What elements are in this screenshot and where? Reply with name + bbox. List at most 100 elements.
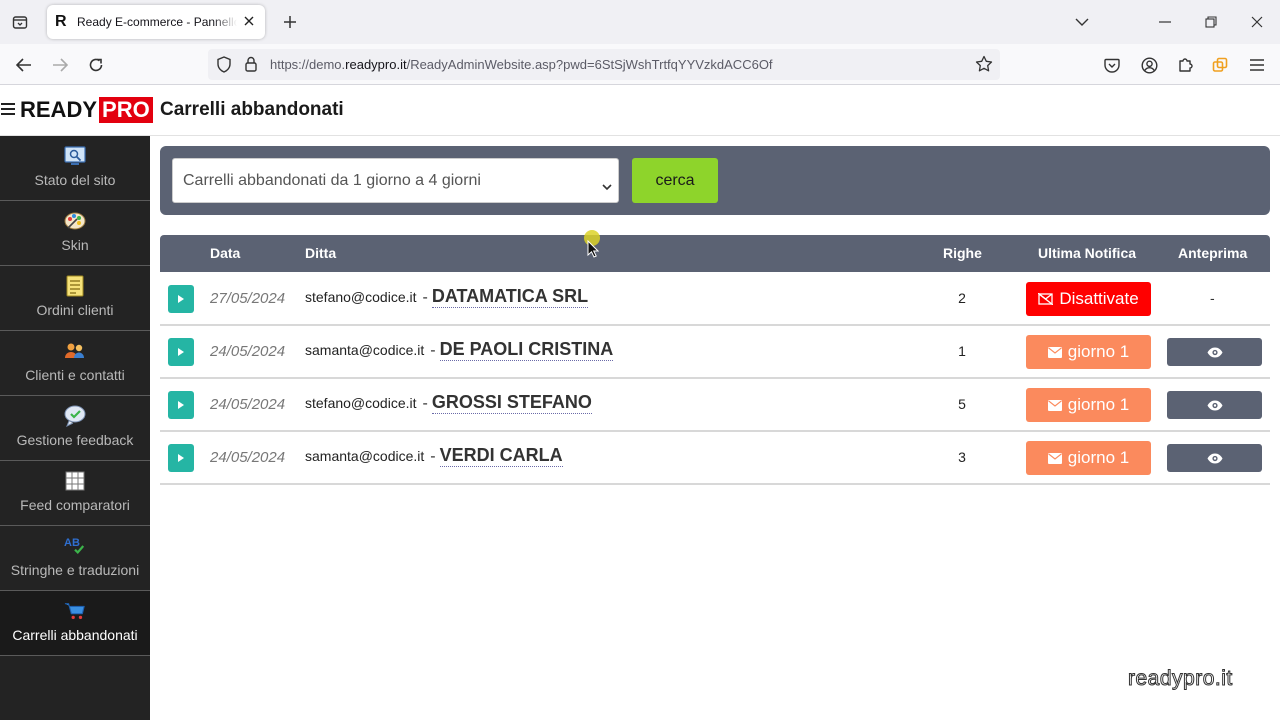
- company-link[interactable]: VERDI CARLA: [439, 445, 563, 467]
- customer-email: samanta@codice.it: [305, 342, 425, 358]
- sidebar: Stato del sito Skin Ordini clienti Clien…: [0, 136, 150, 720]
- company-link[interactable]: GROSSI STEFANO: [431, 392, 592, 414]
- sidebar-item-label: Stringhe e traduzioni: [10, 562, 140, 578]
- browser-tab[interactable]: R Ready E-commerce - Pannello di amminis…: [47, 5, 265, 39]
- sidebar-item-stato-del-sito[interactable]: Stato del sito: [0, 136, 150, 201]
- preview-button[interactable]: [1167, 444, 1262, 472]
- restore-icon[interactable]: [1200, 12, 1222, 32]
- cell-righe: 3: [958, 449, 966, 465]
- preview-button[interactable]: [1167, 338, 1262, 366]
- multi-account-containers-icon[interactable]: [1208, 53, 1232, 77]
- forward-arrow-icon[interactable]: [48, 53, 72, 77]
- back-arrow-icon[interactable]: [12, 53, 36, 77]
- watermark: readypro.it: [1128, 667, 1233, 691]
- period-select[interactable]: Carrelli abbandonati da 1 giorno a 4 gio…: [172, 158, 619, 203]
- envelope-icon: [1047, 346, 1062, 358]
- app-header: READY PRO Carrelli abbandonati: [0, 85, 1280, 136]
- sidebar-item-skin[interactable]: Skin: [0, 201, 150, 266]
- sidebar-item-feed-comparatori[interactable]: Feed comparatori: [0, 461, 150, 526]
- close-tab-icon[interactable]: [241, 13, 257, 29]
- pocket-icon[interactable]: [1100, 53, 1124, 77]
- column-header-ditta[interactable]: Ditta: [305, 245, 336, 261]
- caret-right-icon: [178, 295, 184, 303]
- search-button[interactable]: cerca: [632, 158, 718, 203]
- column-header-data[interactable]: Data: [210, 245, 240, 261]
- expand-row-button[interactable]: [168, 285, 194, 313]
- browser-tab-bar: R Ready E-commerce - Pannello di amminis…: [0, 0, 1280, 44]
- extensions-icon[interactable]: [1173, 53, 1197, 77]
- close-window-icon[interactable]: [1246, 12, 1268, 32]
- caret-right-icon: [178, 401, 184, 409]
- tab-title: Ready E-commerce - Pannello di amministr…: [77, 15, 237, 29]
- palette-icon: [64, 210, 86, 232]
- company-link[interactable]: DATAMATICA SRL: [431, 286, 589, 308]
- sidebar-item-clienti-e-contatti[interactable]: Clienti e contatti: [0, 331, 150, 396]
- eye-icon: [1207, 347, 1222, 357]
- column-header-anteprima[interactable]: Anteprima: [1178, 245, 1247, 261]
- cell-righe: 1: [958, 343, 966, 359]
- app-container: READY PRO Carrelli abbandonati Stato del …: [0, 85, 1280, 720]
- translation-icon: AB: [64, 535, 86, 557]
- minimize-icon[interactable]: [1154, 12, 1176, 32]
- contacts-icon: [64, 340, 86, 362]
- sidebar-item-gestione-feedback[interactable]: Gestione feedback: [0, 396, 150, 461]
- grid-icon: [64, 470, 86, 492]
- svg-text:AB: AB: [64, 537, 80, 549]
- sidebar-item-label: Feed comparatori: [20, 497, 130, 513]
- menu-hamburger-icon[interactable]: [1245, 53, 1269, 77]
- bookmark-star-icon[interactable]: [975, 55, 993, 77]
- browser-nav-bar: https://demo.readypro.it/ReadyAdminWebsi…: [0, 44, 1280, 85]
- notification-status-badge[interactable]: giorno 1: [1026, 335, 1151, 369]
- cell-righe: 2: [958, 290, 966, 306]
- tab-list-icon[interactable]: [8, 10, 32, 34]
- cell-date: 24/05/2024: [210, 449, 286, 466]
- column-header-ultima-notifica[interactable]: Ultima Notifica: [1038, 245, 1136, 261]
- sidebar-toggle-icon[interactable]: [1, 103, 15, 115]
- site-status-icon: [64, 145, 86, 167]
- caret-right-icon: [178, 348, 184, 356]
- notification-status-badge[interactable]: Disattivate: [1026, 282, 1151, 316]
- cart-icon: [64, 600, 86, 622]
- table-header: Data Ditta Righe Ultima Notifica Antepri…: [160, 235, 1270, 272]
- address-bar[interactable]: https://demo.readypro.it/ReadyAdminWebsi…: [208, 49, 1000, 80]
- sidebar-item-ordini-clienti[interactable]: Ordini clienti: [0, 266, 150, 331]
- preview-empty: -: [1210, 290, 1215, 306]
- cell-ditta: stefano@codice.it - GROSSI STEFANO: [305, 392, 592, 414]
- sidebar-item-stringhe-e-traduzioni[interactable]: AB Stringhe e traduzioni: [0, 526, 150, 591]
- notification-status-badge[interactable]: giorno 1: [1026, 388, 1151, 422]
- filter-panel: Carrelli abbandonati da 1 giorno a 4 gio…: [160, 146, 1270, 215]
- customer-email: samanta@codice.it: [305, 448, 425, 464]
- period-select-value: Carrelli abbandonati da 1 giorno a 4 gio…: [183, 172, 481, 189]
- expand-row-button[interactable]: [168, 338, 194, 366]
- tracking-protection-shield-icon[interactable]: [216, 56, 232, 77]
- column-header-righe[interactable]: Righe: [943, 245, 982, 261]
- envelope-icon: [1047, 399, 1062, 411]
- cell-righe: 5: [958, 396, 966, 412]
- mouse-cursor: [584, 230, 600, 262]
- customer-email: stefano@codice.it: [305, 395, 417, 411]
- readypro-logo[interactable]: READY PRO: [20, 97, 153, 123]
- sidebar-item-label: Ordini clienti: [36, 302, 114, 318]
- page-title: Carrelli abbandonati: [160, 99, 344, 120]
- sidebar-item-label: Skin: [61, 237, 89, 253]
- new-tab-icon[interactable]: [279, 11, 301, 33]
- notification-status-badge[interactable]: giorno 1: [1026, 441, 1151, 475]
- expand-row-button[interactable]: [168, 444, 194, 472]
- table-row: 24/05/2024 samanta@codice.it - VERDI CARLA…: [160, 432, 1270, 485]
- lock-icon[interactable]: [244, 56, 258, 76]
- url-text[interactable]: https://demo.readypro.it/ReadyAdminWebsi…: [270, 57, 773, 72]
- cell-date: 27/05/2024: [210, 290, 286, 307]
- reload-icon[interactable]: [84, 53, 108, 77]
- table-row: 27/05/2024 stefano@codice.it - DATAMATICA …: [160, 273, 1270, 326]
- account-icon[interactable]: [1137, 53, 1161, 77]
- tab-overflow-chevron-icon[interactable]: [1071, 12, 1093, 32]
- sidebar-item-label: Gestione feedback: [16, 432, 134, 448]
- company-link[interactable]: DE PAOLI CRISTINA: [439, 339, 614, 361]
- chevron-down-icon: [602, 176, 612, 195]
- cell-ditta: stefano@codice.it - DATAMATICA SRL: [305, 286, 589, 308]
- cell-ditta: samanta@codice.it - DE PAOLI CRISTINA: [305, 339, 614, 361]
- expand-row-button[interactable]: [168, 391, 194, 419]
- sidebar-item-carrelli-abbandonati[interactable]: Carrelli abbandonati: [0, 591, 150, 656]
- preview-button[interactable]: [1167, 391, 1262, 419]
- readypro-favicon-icon: R: [55, 13, 67, 30]
